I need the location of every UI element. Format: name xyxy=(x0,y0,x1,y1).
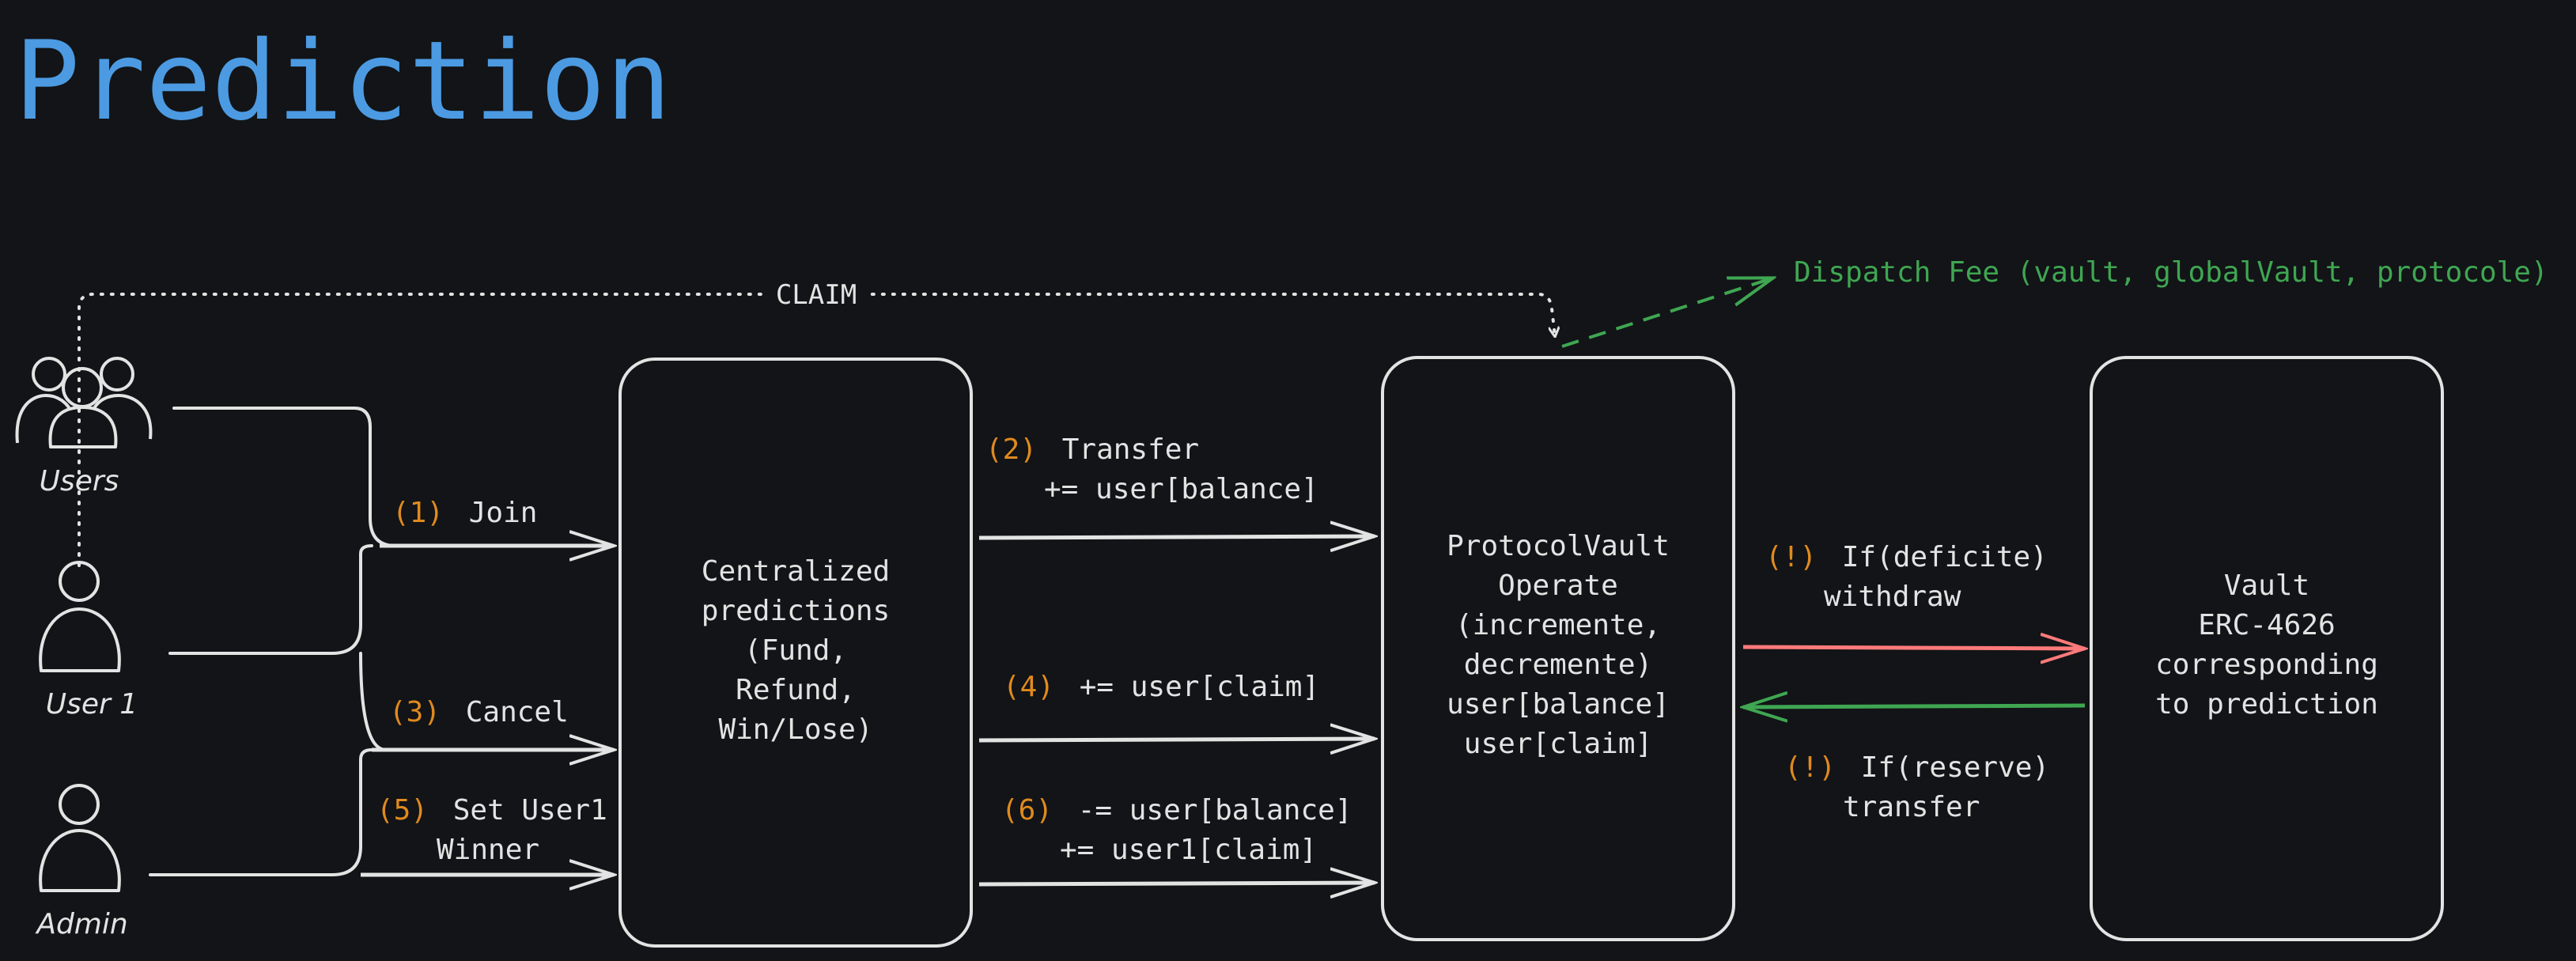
protocol-vault-line: ProtocolVault xyxy=(1447,530,1670,562)
user1-label: User 1 xyxy=(46,688,138,721)
deficit-step-line2: withdraw xyxy=(1824,581,1961,613)
deficit-step-number: (!) xyxy=(1765,541,1817,573)
step6-number: (6) xyxy=(1001,794,1053,827)
admin-label: Admin xyxy=(35,908,127,940)
claim4-step-text: += user[claim] xyxy=(1080,671,1319,703)
protocol-vault-text: ProtocolVault Operate (incremente, decre… xyxy=(1447,530,1670,760)
join-step: (1) Join xyxy=(392,497,537,529)
user-icon xyxy=(39,561,121,672)
protocol-vault-line: Operate xyxy=(1498,569,1618,602)
vault-line: corresponding xyxy=(2155,649,2378,681)
erc4626-vault-text: Vault ERC-4626 corresponding to predicti… xyxy=(2155,569,2378,721)
step6-arrow xyxy=(978,883,1375,884)
claim-label: CLAIM xyxy=(776,279,857,311)
centralized-predictions-text: Centralized predictions (Fund, Refund, W… xyxy=(702,555,890,746)
reserve-step-number: (!) xyxy=(1784,751,1836,784)
centralized-line: Win/Lose) xyxy=(718,713,872,746)
protocol-vault-line: (incremente, xyxy=(1455,609,1661,641)
page-title: Prediction xyxy=(14,17,671,145)
transfer-step-line2: += user[balance] xyxy=(1044,473,1318,505)
transfer-step-text: Transfer xyxy=(1062,433,1199,466)
centralized-line: Centralized xyxy=(702,555,890,588)
dispatch-fee-label: Dispatch Fee (vault, globalVault, protoc… xyxy=(1794,256,2548,289)
step6-line1: (6) -= user[balance] xyxy=(1001,794,1352,827)
diagram-svg: Prediction Users User 1 Admin CLAIM Disp… xyxy=(14,17,2548,948)
protocol-vault-line: user[claim] xyxy=(1464,728,1652,760)
claim4-step-number: (4) xyxy=(1003,671,1054,703)
deficit-step-line1: (!) If(deficite) xyxy=(1765,541,2048,573)
centralized-line: (Fund, xyxy=(744,634,847,667)
claim4-step: (4) += user[claim] xyxy=(1003,671,1319,703)
winner-step-line2: Winner xyxy=(437,834,539,866)
winner-step-line1: (5) Set User1 xyxy=(376,794,607,827)
join-step-text: Join xyxy=(469,497,538,529)
winner-step-number: (5) xyxy=(376,794,428,827)
transfer-arrow xyxy=(978,536,1375,538)
reserve-transfer-arrow xyxy=(1743,706,2086,707)
dispatch-fee-arrow xyxy=(1561,278,1772,348)
admin-icon xyxy=(39,784,121,892)
reserve-step-line1: (!) If(reserve) xyxy=(1784,751,2049,784)
transfer-step-number: (2) xyxy=(985,433,1037,466)
reserve-step-text: If(reserve) xyxy=(1861,751,2049,784)
protocol-vault-line: decremente) xyxy=(1464,649,1652,681)
cancel-step-text: Cancel xyxy=(466,696,569,728)
withdraw-arrow xyxy=(1742,647,2085,649)
step6-line2: += user1[claim] xyxy=(1060,834,1317,866)
transfer-step-line1: (2) Transfer xyxy=(985,433,1199,466)
cancel-step: (3) Cancel xyxy=(389,696,569,728)
step6-text: -= user[balance] xyxy=(1078,794,1352,827)
deficit-step-text: If(deficite) xyxy=(1842,541,2048,573)
vault-line: ERC-4626 xyxy=(2198,609,2335,641)
centralized-line: predictions xyxy=(702,595,890,627)
actor-bracket-lines xyxy=(149,407,397,876)
vault-line: to prediction xyxy=(2155,688,2378,721)
diagram-canvas: Prediction Users User 1 Admin CLAIM Disp… xyxy=(0,0,2576,961)
vault-line: Vault xyxy=(2224,569,2309,602)
cancel-step-number: (3) xyxy=(389,696,441,728)
users-group-icon xyxy=(15,357,153,448)
reserve-step-line2: transfer xyxy=(1843,791,1980,823)
winner-step-text: Set User1 xyxy=(453,794,607,827)
claim-arrow xyxy=(978,739,1375,740)
protocol-vault-line: user[balance] xyxy=(1447,688,1670,721)
join-step-number: (1) xyxy=(392,497,444,529)
claim-dotted-path xyxy=(78,293,1555,567)
centralized-line: Refund, xyxy=(736,674,856,706)
